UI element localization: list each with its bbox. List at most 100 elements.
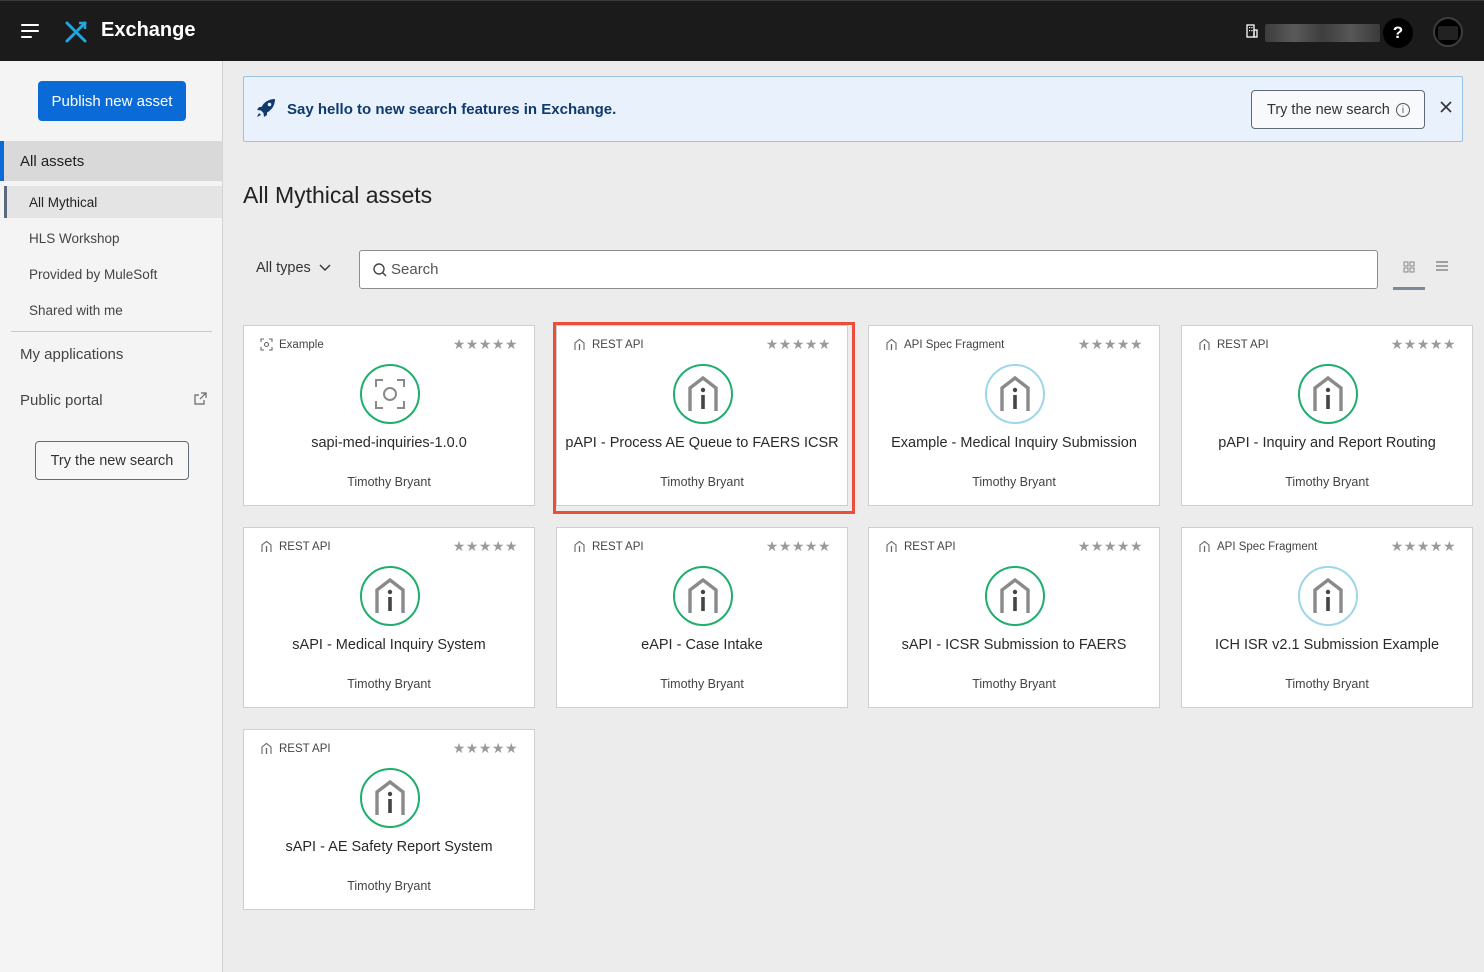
asset-type-icon: [573, 540, 586, 553]
asset-type: API Spec Fragment: [1198, 540, 1317, 553]
asset-type-label: API Spec Fragment: [1217, 540, 1318, 553]
nav-public-portal[interactable]: Public portal: [20, 392, 103, 409]
help-button[interactable]: ?: [1383, 18, 1413, 48]
asset-card[interactable]: API Spec Fragment ★★★★★ ICH ISR v2.1 Submi…: [1181, 527, 1473, 708]
asset-type-icon: [573, 338, 586, 351]
asset-type-icon: [1198, 338, 1211, 351]
example-icon: [360, 364, 420, 424]
top-bar: Exchange ?: [0, 0, 1484, 61]
asset-name[interactable]: ICH ISR v2.1 Submission Example: [1182, 637, 1472, 653]
asset-name[interactable]: Example - Medical Inquiry Submission: [869, 435, 1159, 451]
asset-type-label: REST API: [592, 540, 644, 553]
asset-type: Example: [260, 338, 324, 351]
asset-type: API Spec Fragment: [885, 338, 1004, 351]
asset-card[interactable]: REST API ★★★★★ pAPI - Inquiry and Report R…: [1181, 325, 1473, 506]
grid-view-toggle[interactable]: [1393, 256, 1425, 290]
sidebar: Publish new asset All assets All Mythica…: [0, 61, 223, 972]
rating-stars: ★★★★★: [765, 538, 831, 554]
nav-all-assets[interactable]: All assets: [0, 141, 222, 181]
rating-stars: ★★★★★: [1077, 336, 1143, 352]
search-icon: [373, 263, 387, 277]
rest-api-icon: [1298, 364, 1358, 424]
asset-type-label: API Spec Fragment: [904, 338, 1005, 351]
avatar[interactable]: [1433, 17, 1463, 47]
asset-type-icon: [885, 540, 898, 553]
nav-shared-with-me[interactable]: Shared with me: [4, 294, 222, 326]
rocket-icon: [257, 99, 275, 117]
asset-type-label: Example: [279, 338, 324, 351]
search-input[interactable]: [391, 251, 1361, 288]
asset-author: Timothy Bryant: [972, 475, 1056, 489]
asset-card[interactable]: Example ★★★★★ sapi-med-inquiries-1.0.0 Timo…: [243, 325, 535, 506]
try-new-search-sidebar-button[interactable]: Try the new search: [35, 441, 189, 480]
asset-type: REST API: [885, 540, 956, 553]
banner-message: Say hello to new search features in Exch…: [287, 101, 617, 118]
exchange-logo-icon: [65, 21, 87, 43]
nav-hls-workshop[interactable]: HLS Workshop: [4, 222, 222, 254]
page-title: All Mythical assets: [243, 182, 433, 208]
asset-name[interactable]: sapi-med-inquiries-1.0.0: [244, 435, 534, 451]
asset-type-icon: [260, 742, 273, 755]
info-icon: i: [1396, 103, 1410, 117]
organization-icon[interactable]: [1243, 23, 1259, 39]
asset-author: Timothy Bryant: [972, 677, 1056, 691]
rest-api-icon: [360, 768, 420, 828]
asset-type-label: REST API: [904, 540, 956, 553]
asset-name[interactable]: sAPI - ICSR Submission to FAERS: [869, 637, 1159, 653]
nav-provided-by-mulesoft[interactable]: Provided by MuleSoft: [4, 258, 222, 290]
chevron-down-icon: [319, 264, 331, 271]
asset-type-label: REST API: [279, 742, 331, 755]
rest-api-icon: [673, 566, 733, 626]
asset-author: Timothy Bryant: [1285, 677, 1369, 691]
rating-stars: ★★★★★: [1390, 538, 1456, 554]
asset-type: REST API: [1198, 338, 1269, 351]
rating-stars: ★★★★★: [452, 740, 518, 756]
try-new-search-label: Try the new search: [1267, 101, 1390, 118]
publish-new-asset-button[interactable]: Publish new asset: [38, 81, 186, 121]
asset-type-label: REST API: [279, 540, 331, 553]
menu-icon[interactable]: [21, 23, 41, 39]
rating-stars: ★★★★★: [765, 336, 831, 352]
search-announcement-banner: Say hello to new search features in Exch…: [243, 76, 1463, 142]
asset-card[interactable]: REST API ★★★★★ sAPI - ICSR Submission to F…: [868, 527, 1160, 708]
nav-my-applications[interactable]: My applications: [20, 346, 123, 363]
close-icon[interactable]: [1439, 100, 1453, 114]
fragment-icon: [985, 364, 1045, 424]
user-name-redacted[interactable]: [1265, 24, 1380, 42]
asset-type-icon: [885, 338, 898, 351]
nav-all-mythical[interactable]: All Mythical: [4, 186, 222, 218]
rating-stars: ★★★★★: [452, 336, 518, 352]
nav-divider: [11, 331, 212, 332]
type-filter-dropdown[interactable]: All types: [256, 260, 331, 276]
asset-type: REST API: [260, 742, 331, 755]
asset-type-label: REST API: [1217, 338, 1269, 351]
asset-name[interactable]: pAPI - Inquiry and Report Routing: [1182, 435, 1472, 451]
asset-type-icon: [1198, 540, 1211, 553]
asset-name[interactable]: eAPI - Case Intake: [557, 637, 847, 653]
type-filter-label: All types: [256, 260, 311, 276]
asset-card[interactable]: API Spec Fragment ★★★★★ Example - Medical …: [868, 325, 1160, 506]
asset-type-icon: [260, 338, 273, 351]
asset-name[interactable]: sAPI - AE Safety Report System: [244, 839, 534, 855]
asset-type: REST API: [573, 540, 644, 553]
rest-api-icon: [360, 566, 420, 626]
asset-card[interactable]: REST API ★★★★★ eAPI - Case Intake Timothy B…: [556, 527, 848, 708]
asset-name[interactable]: pAPI - Process AE Queue to FAERS ICSR: [557, 435, 847, 451]
rating-stars: ★★★★★: [1077, 538, 1143, 554]
asset-type-icon: [260, 540, 273, 553]
asset-type: REST API: [573, 338, 644, 351]
search-box[interactable]: [359, 250, 1378, 289]
asset-card[interactable]: REST API ★★★★★ pAPI - Process AE Queue to …: [556, 325, 848, 506]
asset-card[interactable]: REST API ★★★★★ sAPI - AE Safety Report Sys…: [243, 729, 535, 910]
grid-icon: [1403, 261, 1415, 273]
asset-author: Timothy Bryant: [1285, 475, 1369, 489]
asset-card[interactable]: REST API ★★★★★ sAPI - Medical Inquiry Syst…: [243, 527, 535, 708]
external-link-icon[interactable]: [194, 392, 207, 405]
asset-type-label: REST API: [592, 338, 644, 351]
rating-stars: ★★★★★: [1390, 336, 1456, 352]
asset-name[interactable]: sAPI - Medical Inquiry System: [244, 637, 534, 653]
try-new-search-button[interactable]: Try the new search i: [1251, 90, 1425, 129]
asset-type: REST API: [260, 540, 331, 553]
list-view-icon[interactable]: [1430, 256, 1454, 280]
rest-api-icon: [985, 566, 1045, 626]
